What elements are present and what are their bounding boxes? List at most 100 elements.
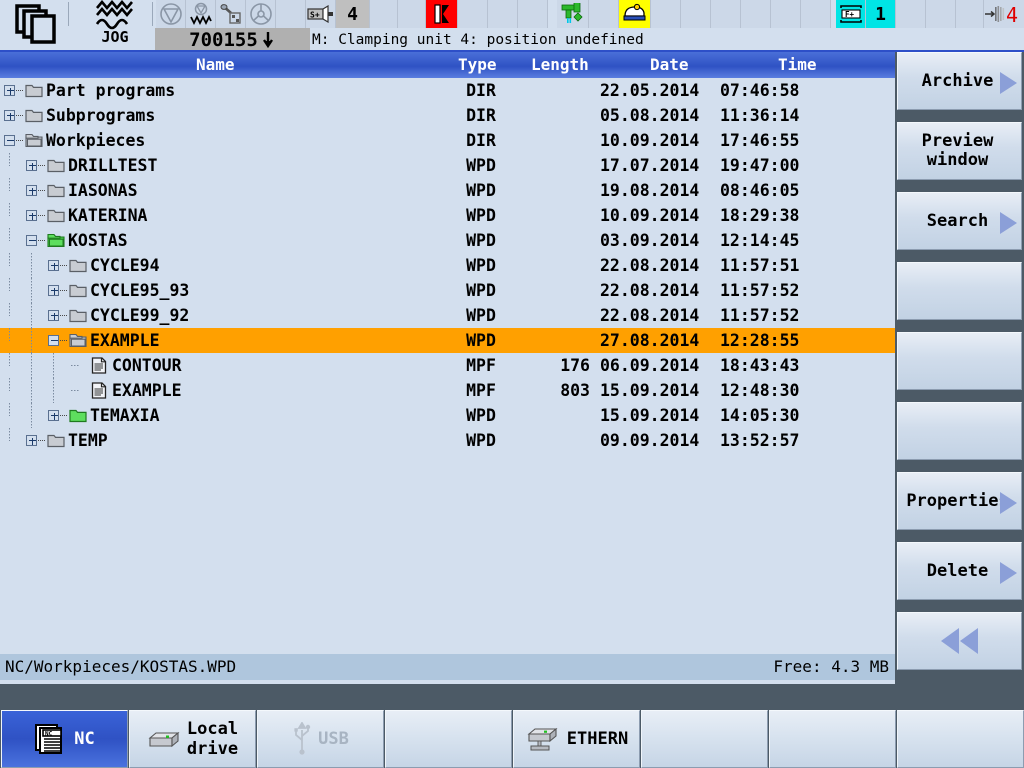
empty-slot bbox=[488, 0, 518, 28]
tree-guide-line bbox=[9, 153, 10, 166]
table-row[interactable]: TEMAXIA WPD 15.09.2014 14:05:30 bbox=[0, 403, 895, 428]
tab-ethern[interactable]: ETHERN bbox=[513, 710, 640, 768]
softkey-preview-window[interactable]: Preview window bbox=[897, 122, 1022, 180]
softkey-label: Delete bbox=[926, 560, 989, 581]
softkey-search[interactable]: Search bbox=[897, 192, 1022, 250]
tab-empty-7[interactable] bbox=[897, 710, 1024, 768]
tab-label: ETHERN bbox=[566, 729, 629, 749]
table-row[interactable]: IASONAS WPD 19.08.2014 08:46:05 bbox=[0, 178, 895, 203]
expand-node-icon[interactable] bbox=[4, 110, 15, 121]
file-date: 03.09.2014 bbox=[600, 231, 700, 250]
current-path: NC/Workpieces/KOSTAS.WPD bbox=[5, 657, 237, 676]
empty-slot bbox=[741, 0, 771, 28]
table-row[interactable]: CYCLE94 WPD 22.08.2014 11:57:51 bbox=[0, 253, 895, 278]
expand-node-icon[interactable] bbox=[26, 435, 37, 446]
empty-slot bbox=[370, 0, 398, 28]
folder-closed-icon bbox=[25, 108, 43, 123]
clamping-alarm-icon bbox=[426, 0, 458, 28]
nc-stack-icon: NC bbox=[35, 724, 63, 754]
tab-local-drive[interactable]: Local drive bbox=[129, 710, 256, 768]
tree-elbow bbox=[38, 215, 45, 216]
tab-empty-5[interactable] bbox=[641, 710, 768, 768]
column-header-type[interactable]: Type bbox=[458, 55, 497, 74]
alarm-number-field[interactable]: 700155 bbox=[155, 28, 310, 52]
tree-guide-line bbox=[9, 328, 10, 341]
table-row[interactable]: CYCLE99_92 WPD 22.08.2014 11:57:52 bbox=[0, 303, 895, 328]
empty-slot bbox=[458, 0, 488, 28]
softkey-archive[interactable]: Archive bbox=[897, 52, 1022, 110]
file-time: 17:46:55 bbox=[720, 131, 800, 150]
tab-usb: USB bbox=[257, 710, 384, 768]
table-row[interactable]: CYCLE95_93 WPD 22.08.2014 11:57:52 bbox=[0, 278, 895, 303]
file-type: WPD bbox=[466, 281, 496, 300]
column-header-name[interactable]: Name bbox=[196, 55, 235, 74]
program-stop-icon bbox=[156, 0, 186, 28]
expand-node-icon[interactable] bbox=[48, 310, 59, 321]
expand-node-icon[interactable] bbox=[26, 210, 37, 221]
cnc-screen: JOG S+ 4 F+ 1 4 700155 M: Clamping unit … bbox=[0, 0, 1024, 768]
spindle-direction-icon: S+ bbox=[306, 0, 336, 28]
axis-number: 1 bbox=[866, 0, 896, 28]
softkey-empty[interactable] bbox=[897, 402, 1022, 460]
arrow-down-icon bbox=[262, 32, 273, 49]
expand-node-icon[interactable] bbox=[48, 260, 59, 271]
table-row[interactable]: KOSTAS WPD 03.09.2014 12:14:45 bbox=[0, 228, 895, 253]
table-row[interactable]: Part programs DIR 22.05.2014 07:46:58 bbox=[0, 78, 895, 103]
tree-elbow bbox=[38, 440, 45, 441]
folder-closed-icon bbox=[47, 183, 65, 198]
table-row[interactable]: EXAMPLE MPF 803 15.09.2014 12:48:30 bbox=[0, 378, 895, 403]
alarm-text: M: Clamping unit 4: position undefined bbox=[312, 32, 644, 48]
file-date: 06.09.2014 bbox=[600, 356, 700, 375]
collapse-node-icon[interactable] bbox=[48, 335, 59, 346]
column-header-time[interactable]: Time bbox=[778, 55, 817, 74]
collapse-node-icon[interactable] bbox=[4, 135, 15, 146]
tab-nc[interactable]: NC NC bbox=[1, 710, 128, 768]
folder-open-icon bbox=[69, 333, 87, 348]
file-time: 18:43:43 bbox=[720, 356, 800, 375]
svg-text:F+: F+ bbox=[845, 10, 855, 19]
table-row[interactable]: Workpieces DIR 10.09.2014 17:46:55 bbox=[0, 128, 895, 153]
expand-node-icon[interactable] bbox=[48, 285, 59, 296]
tab-empty-6[interactable] bbox=[769, 710, 896, 768]
feed-enable-icon: F+ bbox=[836, 0, 866, 28]
expand-node-icon[interactable] bbox=[4, 85, 15, 96]
tab-empty-3[interactable] bbox=[385, 710, 512, 768]
softkey-properties[interactable]: Properties bbox=[897, 472, 1022, 530]
softkey-delete[interactable]: Delete bbox=[897, 542, 1022, 600]
softkey-empty[interactable] bbox=[897, 262, 1022, 320]
file-time: 11:36:14 bbox=[720, 106, 800, 125]
file-time: 13:52:57 bbox=[720, 431, 800, 450]
ethernet-icon bbox=[525, 724, 561, 754]
file-type: DIR bbox=[466, 131, 496, 150]
tree-elbow bbox=[16, 140, 23, 141]
empty-slot bbox=[771, 0, 801, 28]
tree-elbow bbox=[60, 415, 67, 416]
column-header-length[interactable]: Length bbox=[531, 55, 589, 74]
table-row[interactable]: EXAMPLE WPD 27.08.2014 12:28:55 bbox=[0, 328, 895, 353]
folder-closed-green-icon bbox=[69, 408, 87, 423]
document-icon bbox=[91, 382, 109, 399]
table-row[interactable]: DRILLTEST WPD 17.07.2014 19:47:00 bbox=[0, 153, 895, 178]
table-row[interactable]: TEMP WPD 09.09.2014 13:52:57 bbox=[0, 428, 895, 453]
softkey-empty[interactable] bbox=[897, 332, 1022, 390]
file-date: 19.08.2014 bbox=[600, 181, 700, 200]
table-row[interactable]: Subprograms DIR 05.08.2014 11:36:14 bbox=[0, 103, 895, 128]
usb-icon bbox=[294, 722, 311, 755]
collapse-node-icon[interactable] bbox=[26, 235, 37, 246]
expand-node-icon[interactable] bbox=[26, 185, 37, 196]
file-date: 10.09.2014 bbox=[600, 206, 700, 225]
column-header-date[interactable]: Date bbox=[650, 55, 689, 74]
table-row[interactable]: KATERINA WPD 10.09.2014 18:29:38 bbox=[0, 203, 895, 228]
back-double-arrow-icon bbox=[941, 628, 978, 654]
local-drive-icon bbox=[147, 726, 181, 752]
folder-open-icon bbox=[25, 133, 43, 148]
tree-elbow bbox=[60, 265, 67, 266]
file-time: 11:57:51 bbox=[720, 256, 800, 275]
expand-node-icon[interactable] bbox=[26, 160, 37, 171]
empty-slot bbox=[801, 0, 831, 28]
file-type: WPD bbox=[466, 306, 496, 325]
tree-guide-line bbox=[9, 253, 10, 266]
softkey-back[interactable] bbox=[897, 612, 1022, 670]
expand-node-icon[interactable] bbox=[48, 410, 59, 421]
table-row[interactable]: CONTOUR MPF 176 06.09.2014 18:43:43 bbox=[0, 353, 895, 378]
